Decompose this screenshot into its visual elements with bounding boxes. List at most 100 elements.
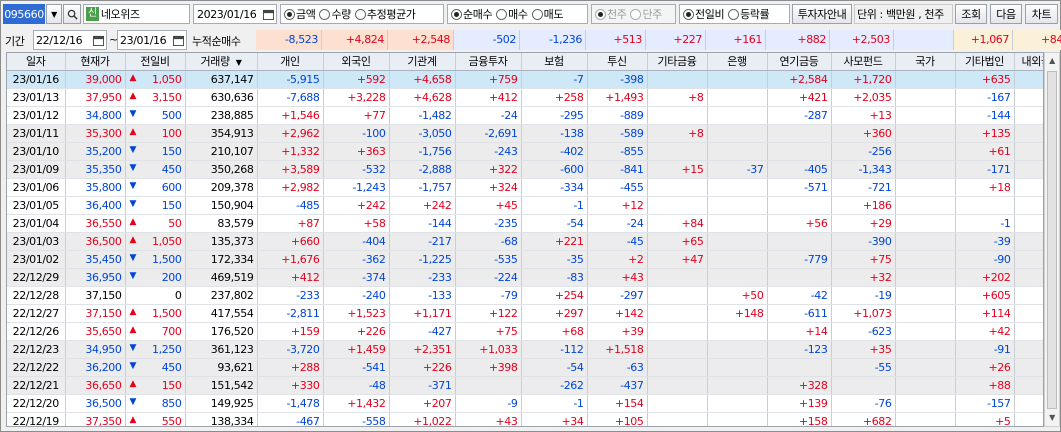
- net-buy-cell: [455, 376, 522, 395]
- calendar-icon[interactable]: [263, 9, 274, 20]
- radio-button-icon[interactable]: [630, 8, 642, 20]
- stock-code-field[interactable]: 095660: [3, 4, 45, 24]
- date-cell: 22/12/28: [7, 286, 66, 305]
- net-buy-cell: +14: [767, 322, 832, 341]
- cumulative-sum-cell: +1,067: [954, 30, 1013, 50]
- column-header[interactable]: 외국인: [323, 53, 390, 71]
- net-buy-cell: [895, 214, 956, 233]
- column-header[interactable]: 은행: [707, 53, 768, 71]
- vertical-scrollbar[interactable]: ▲ ▼: [1044, 52, 1060, 427]
- net-buy-cell: -467: [257, 412, 324, 426]
- column-header[interactable]: 사모펀드: [831, 53, 896, 71]
- radio-button-icon[interactable]: [531, 8, 543, 20]
- stock-name-field[interactable]: 신 네오위즈: [83, 4, 190, 24]
- column-header[interactable]: 기관계: [389, 53, 456, 71]
- volume-cell: 210,107: [185, 142, 258, 161]
- calendar-icon[interactable]: [93, 35, 104, 46]
- table-row[interactable]: 23/01/12 34,800 ▼ 500 238,885 +1,546 +77 -1,482…: [7, 106, 1043, 125]
- up-arrow-icon: ▲: [129, 306, 137, 317]
- trade-mode-option[interactable]: 순매수: [451, 6, 493, 22]
- net-buy-cell: [1014, 142, 1043, 161]
- stock-search-button[interactable]: [63, 4, 81, 24]
- radio-button-icon[interactable]: [354, 8, 366, 20]
- stock-code-dropdown-button[interactable]: ▼: [46, 4, 62, 24]
- table-row[interactable]: 23/01/02 35,450 ▼ 1,500 172,334 +1,676 -362 -1,…: [7, 250, 1043, 269]
- value-mode-option[interactable]: 금액: [284, 6, 316, 22]
- table-row[interactable]: 22/12/28 37,150 0 237,802 -233 -240 -133 -79 +25…: [7, 286, 1043, 305]
- scroll-up-icon[interactable]: ▲: [1045, 53, 1059, 69]
- net-buy-cell: -841: [587, 160, 648, 179]
- investor-guide-button[interactable]: 투자자안내: [792, 4, 852, 24]
- table-row[interactable]: 23/01/11 35,300 ▲ 100 354,913 +2,962 -100 -3,05…: [7, 124, 1043, 143]
- table-row[interactable]: 22/12/29 36,950 ▼ 200 469,519 +412 -374 -233 -22…: [7, 268, 1043, 287]
- trade-mode-option[interactable]: 매도: [531, 6, 563, 22]
- period-to-field[interactable]: 23/01/16: [117, 30, 187, 50]
- column-header[interactable]: 기타금융: [647, 53, 708, 71]
- table-row[interactable]: 23/01/10 35,200 ▼ 150 210,107 +1,332 +363 -1,75…: [7, 142, 1043, 161]
- radio-button-icon[interactable]: [284, 8, 295, 20]
- table-row[interactable]: 22/12/19 37,350 ▲ 550 138,334 -467 -558 +1,022 +…: [7, 412, 1043, 426]
- table-row[interactable]: 22/12/22 36,200 ▼ 450 93,621 +288 -541 +226 +398…: [7, 358, 1043, 377]
- scroll-down-icon[interactable]: ▼: [1045, 410, 1059, 426]
- scroll-thumb[interactable]: [1047, 71, 1057, 409]
- net-buy-cell: -390: [831, 232, 896, 251]
- column-header[interactable]: 기타법인: [955, 53, 1015, 71]
- table-row[interactable]: 23/01/16 39,000 ▲ 1,050 637,147 -5,915 +592 +4,…: [7, 70, 1043, 89]
- unit-mode-option[interactable]: 천주: [595, 6, 627, 22]
- value-mode-option-label: 수량: [331, 8, 351, 21]
- date-field[interactable]: 2023/01/16: [193, 4, 277, 24]
- column-header[interactable]: 투신: [587, 53, 648, 71]
- table-row[interactable]: 23/01/06 35,800 ▼ 600 209,378 +2,982 -1,243 -1,…: [7, 178, 1043, 197]
- value-mode-option[interactable]: 추정평균가: [354, 6, 416, 22]
- net-buy-cell: -7: [521, 70, 588, 89]
- table-row[interactable]: 22/12/21 36,650 ▲ 150 151,542 +330 -48 -371 -262…: [7, 376, 1043, 395]
- net-buy-cell: +43: [455, 412, 522, 426]
- column-header[interactable]: 연기금등: [767, 53, 832, 71]
- column-header[interactable]: 금융투자: [455, 53, 522, 71]
- net-buy-cell: [647, 106, 708, 125]
- table-row[interactable]: 22/12/20 36,500 ▼ 850 149,925 -1,478 +1,432 +20…: [7, 394, 1043, 413]
- table-row[interactable]: 23/01/04 36,550 ▲ 50 83,579 +87 +58 -144 -235 -54…: [7, 214, 1043, 233]
- net-buy-cell: -243: [455, 142, 522, 161]
- column-header[interactable]: 현재가: [65, 53, 126, 71]
- net-buy-cell: -133: [389, 286, 456, 305]
- net-buy-cell: -485: [257, 196, 324, 215]
- radio-button-icon[interactable]: [451, 8, 462, 20]
- table-row[interactable]: 23/01/13 37,950 ▲ 3,150 630,636 -7,688 +3,228 +…: [7, 88, 1043, 107]
- sort-dropdown-icon[interactable]: ▼: [236, 58, 242, 67]
- radio-button-icon[interactable]: [728, 8, 740, 20]
- table-row[interactable]: 22/12/23 34,950 ▼ 1,250 361,123 -3,720 +1,459 +…: [7, 340, 1043, 359]
- next-button[interactable]: 다음: [990, 4, 1022, 24]
- table-row[interactable]: 23/01/05 36,400 ▼ 150 150,904 -485 +242 +242 +45…: [7, 196, 1043, 215]
- unit-mode-option[interactable]: 단주: [630, 6, 662, 22]
- compare-mode-option[interactable]: 전일비: [683, 6, 725, 22]
- column-header[interactable]: 개인: [257, 53, 324, 71]
- chart-button[interactable]: 차트: [1025, 4, 1058, 24]
- radio-button-icon[interactable]: [496, 8, 508, 20]
- column-header[interactable]: 거래량 ▼: [185, 53, 258, 71]
- net-buy-cell: [895, 304, 956, 323]
- column-header[interactable]: 전일비: [125, 53, 186, 71]
- net-buy-cell: +324: [455, 178, 522, 197]
- column-header-label: 현재가: [80, 55, 110, 69]
- date-cell: 23/01/10: [7, 142, 66, 161]
- search-button[interactable]: 조회: [955, 4, 987, 24]
- net-buy-cell: [647, 196, 708, 215]
- radio-button-icon[interactable]: [319, 8, 331, 20]
- table-row[interactable]: 23/01/09 35,350 ▼ 450 350,268 +3,589 -532 -2,88…: [7, 160, 1043, 179]
- column-header[interactable]: 내외국인: [1014, 53, 1043, 71]
- radio-button-icon[interactable]: [683, 8, 694, 20]
- column-header[interactable]: 보험: [521, 53, 588, 71]
- value-mode-option[interactable]: 수량: [319, 6, 351, 22]
- net-buy-cell: -157: [955, 394, 1015, 413]
- calendar-icon[interactable]: [173, 35, 184, 46]
- table-row[interactable]: 23/01/03 36,500 ▲ 1,050 135,373 +660 -404 -217-…: [7, 232, 1043, 251]
- trade-mode-option[interactable]: 매수: [496, 6, 528, 22]
- period-from-field[interactable]: 22/12/16: [33, 30, 107, 50]
- table-row[interactable]: 22/12/26 35,650 ▲ 700 176,520 +159 +226 -427 +75…: [7, 322, 1043, 341]
- radio-button-icon[interactable]: [595, 8, 606, 20]
- compare-mode-option[interactable]: 등락률: [728, 6, 770, 22]
- column-header[interactable]: 일자: [7, 53, 66, 71]
- column-header[interactable]: 국가: [895, 53, 956, 71]
- table-row[interactable]: 22/12/27 37,150 ▲ 1,500 417,554 -2,811 +1,523 +…: [7, 304, 1043, 323]
